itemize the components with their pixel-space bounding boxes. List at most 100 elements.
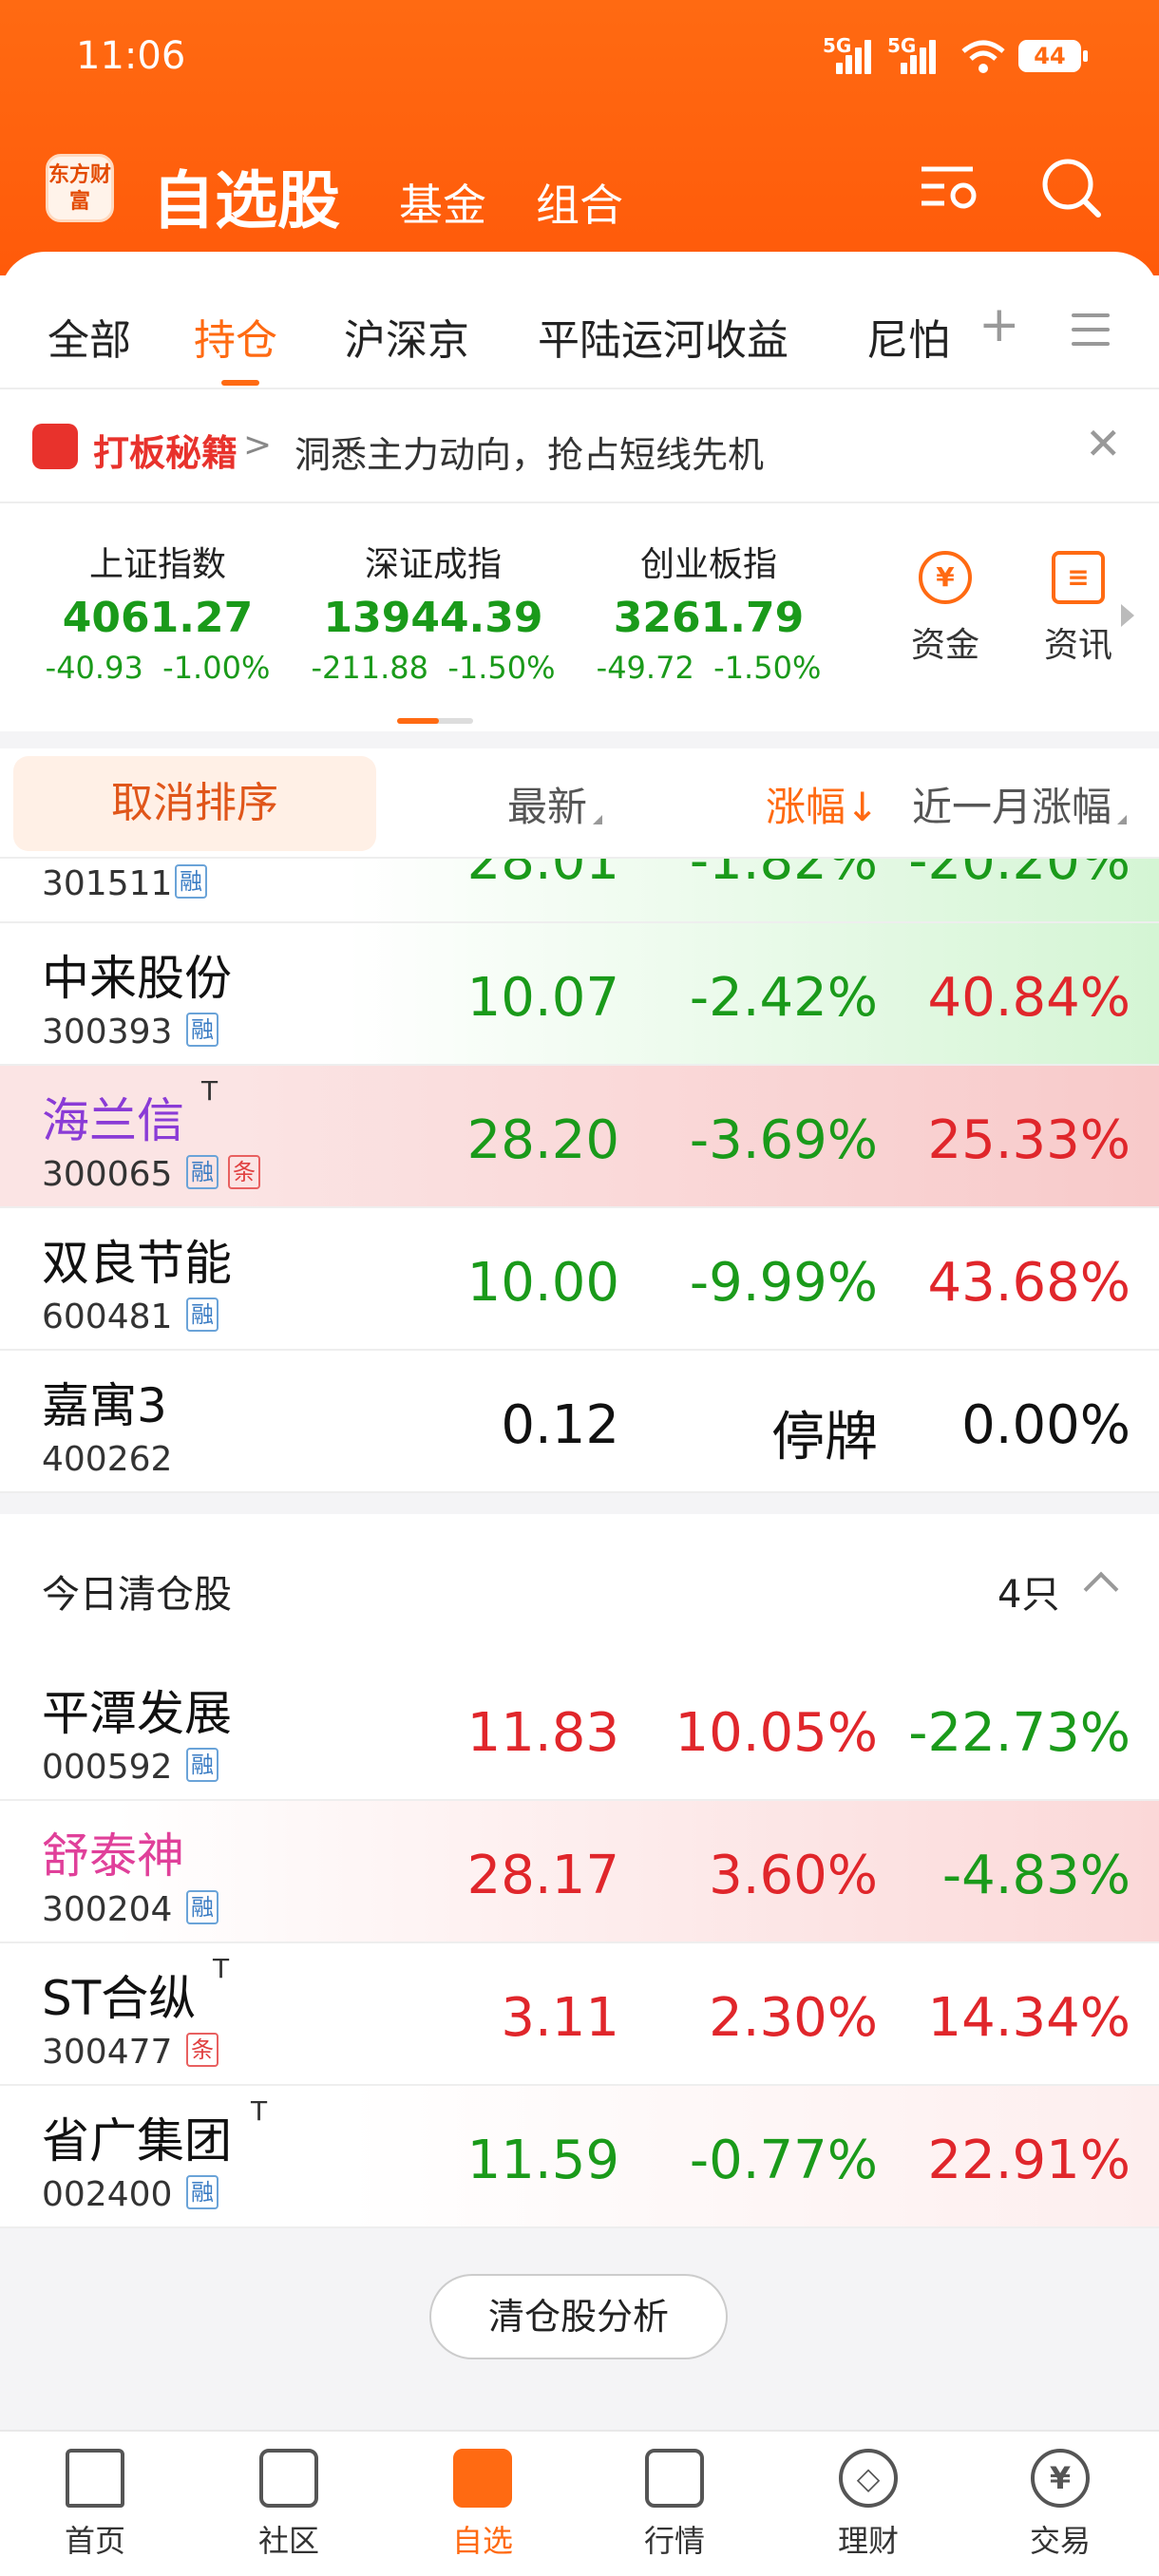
chart-icon bbox=[645, 2449, 704, 2508]
margin-tag: 融 bbox=[186, 1155, 218, 1189]
nav-portfolio[interactable]: 组合 bbox=[536, 171, 623, 234]
table-row[interactable]: 舒泰神 300204 融 28.17 3.60% -4.83% bbox=[0, 1801, 1159, 1943]
divider bbox=[0, 1493, 1159, 1514]
nav-market[interactable]: 行情 bbox=[608, 2449, 741, 2561]
margin-tag: 融 bbox=[186, 1890, 218, 1924]
change-pct: 3.60% bbox=[709, 1845, 878, 1906]
search-icon[interactable] bbox=[1037, 154, 1106, 222]
banner-brand: 打板秘籍 bbox=[93, 432, 238, 474]
stock-name: ST合纵 bbox=[42, 1971, 197, 2026]
add-tab-icon[interactable]: + bbox=[978, 296, 1020, 353]
stock-name: 舒泰神 bbox=[42, 1828, 184, 1884]
month-change: -4.83% bbox=[941, 1845, 1130, 1906]
cleared-list: 平潭发展 000592 融 11.83 10.05% -22.73% 舒泰神 3… bbox=[0, 1658, 1159, 2228]
chevron-right-icon: > bbox=[243, 426, 273, 464]
margin-tag: 融 bbox=[186, 1748, 218, 1782]
tab-menu-icon[interactable] bbox=[1072, 313, 1110, 348]
stock-code: 301511 bbox=[42, 864, 173, 903]
table-row[interactable]: 中来股份 300393 融 10.07 -2.42% 40.84% bbox=[0, 923, 1159, 1066]
table-row[interactable]: 海兰信 T 300065 融 条 28.20 -3.69% 25.33% bbox=[0, 1066, 1159, 1208]
page-title: 自选股 bbox=[152, 164, 340, 237]
nav-community[interactable]: 社区 bbox=[222, 2449, 355, 2561]
index-card-sh[interactable]: 上证指数 4061.27 -40.93 -1.00% bbox=[15, 537, 300, 686]
cleared-analysis-button[interactable]: 清仓股分析 bbox=[429, 2274, 728, 2359]
table-row[interactable]: 平潭发展 000592 融 11.83 10.05% -22.73% bbox=[0, 1658, 1159, 1801]
nav-watchlist[interactable]: 自选 bbox=[416, 2449, 549, 2561]
col-change[interactable]: 涨幅↓ bbox=[766, 775, 879, 833]
index-card-sz[interactable]: 深证成指 13944.39 -211.88 -1.50% bbox=[291, 537, 576, 686]
margin-tag: 融 bbox=[186, 2175, 218, 2209]
divider bbox=[0, 731, 1159, 748]
margin-tag: 融 bbox=[175, 864, 207, 899]
t-mark: T bbox=[251, 2095, 268, 2127]
index-change: -211.88 -1.50% bbox=[311, 650, 556, 686]
table-row[interactable]: 28.01 -1.82% -20.20% 301511 融 bbox=[0, 859, 1159, 923]
news-button[interactable]: ≡ 资讯 bbox=[1026, 551, 1130, 667]
index-change: -49.72 -1.50% bbox=[596, 650, 822, 686]
col-month-change[interactable]: 近一月涨幅 bbox=[912, 775, 1128, 833]
stock-code: 300065 bbox=[42, 1155, 173, 1194]
stock-code: 000592 bbox=[42, 1748, 173, 1787]
holdings-list: 28.01 -1.82% -20.20% 301511 融 中来股份 30039… bbox=[0, 859, 1159, 1493]
table-row[interactable]: 双良节能 600481 融 10.00 -9.99% 43.68% bbox=[0, 1208, 1159, 1351]
close-icon[interactable]: ✕ bbox=[1085, 418, 1122, 469]
price: 28.17 bbox=[466, 1845, 619, 1906]
nav-home[interactable]: 首页 bbox=[28, 2449, 162, 2561]
nav-fund[interactable]: 基金 bbox=[399, 171, 486, 234]
index-name: 创业板指 bbox=[639, 545, 777, 584]
yuan-icon: ¥ bbox=[919, 551, 972, 604]
index-value: 13944.39 bbox=[323, 594, 543, 642]
cancel-sort-button[interactable]: 取消排序 bbox=[13, 756, 376, 851]
month-change: 25.33% bbox=[927, 1109, 1130, 1171]
table-row[interactable]: ST合纵 T 300477 条 3.11 2.30% 14.34% bbox=[0, 1943, 1159, 2086]
banner-logo-icon bbox=[32, 424, 78, 469]
month-change: 22.91% bbox=[927, 2130, 1130, 2191]
stock-name: 省广集团 bbox=[42, 2113, 232, 2169]
signal-icon-2 bbox=[897, 36, 940, 74]
tab-holdings[interactable]: 持仓 bbox=[194, 306, 277, 367]
banner-text: 洞悉主力动向，抢占短线先机 bbox=[294, 434, 765, 476]
month-change: 43.68% bbox=[927, 1252, 1130, 1314]
stock-name: 嘉寓3 bbox=[42, 1378, 167, 1433]
price: 0.12 bbox=[501, 1394, 619, 1456]
cleared-count: 4只 bbox=[998, 1573, 1060, 1617]
signal-icon bbox=[832, 36, 876, 74]
price: 11.83 bbox=[466, 1702, 619, 1764]
settings-filter-icon[interactable] bbox=[916, 154, 984, 222]
price: 28.20 bbox=[466, 1109, 619, 1171]
condition-tag: 条 bbox=[228, 1155, 260, 1189]
index-name: 深证成指 bbox=[364, 545, 502, 584]
table-row[interactable]: 省广集团 T 002400 融 11.59 -0.77% 22.91% bbox=[0, 2086, 1159, 2228]
col-latest[interactable]: 最新 bbox=[507, 775, 603, 833]
change-pct: -1.82% bbox=[689, 859, 878, 892]
index-card-cyb[interactable]: 创业板指 3261.79 -49.72 -1.50% bbox=[566, 537, 851, 686]
change-pct: -2.42% bbox=[689, 967, 878, 1029]
stock-code: 600481 bbox=[42, 1297, 173, 1336]
stock-code: 002400 bbox=[42, 2175, 173, 2214]
fund-flow-button[interactable]: ¥ 资金 bbox=[893, 551, 998, 667]
chevron-right-icon[interactable] bbox=[1121, 604, 1134, 627]
status-bar: 11:06 5G 5G 44 bbox=[0, 0, 1159, 114]
index-name: 上证指数 bbox=[88, 545, 226, 584]
nav-wealth[interactable]: ◇ 理财 bbox=[802, 2449, 935, 2561]
tab-all[interactable]: 全部 bbox=[48, 306, 131, 367]
month-change: 0.00% bbox=[961, 1394, 1130, 1456]
change-pct: -0.77% bbox=[689, 2130, 878, 2191]
table-row[interactable]: 嘉寓3 400262 0.12 停牌 0.00% bbox=[0, 1351, 1159, 1493]
stock-code: 400262 bbox=[42, 1440, 173, 1479]
chat-icon bbox=[259, 2449, 318, 2508]
tab-pinglu-canal[interactable]: 平陆运河收益 bbox=[538, 306, 788, 367]
change-pct: 2.30% bbox=[709, 1987, 878, 2049]
index-value: 3261.79 bbox=[613, 594, 805, 642]
wifi-icon bbox=[961, 40, 1005, 73]
change-pct: 10.05% bbox=[674, 1702, 878, 1764]
diamond-icon: ◇ bbox=[839, 2449, 898, 2508]
stock-name: 海兰信 bbox=[42, 1093, 184, 1148]
t-mark: T bbox=[213, 1953, 230, 1984]
change-pct: -9.99% bbox=[689, 1252, 878, 1314]
tab-hushenjing[interactable]: 沪深京 bbox=[344, 306, 469, 367]
battery-icon: 44 bbox=[1018, 40, 1088, 72]
suspended-status: 停牌 bbox=[771, 1407, 878, 1468]
nav-trade[interactable]: ¥ 交易 bbox=[994, 2449, 1127, 2561]
tab-truncated[interactable]: 尼怕 bbox=[866, 306, 952, 367]
